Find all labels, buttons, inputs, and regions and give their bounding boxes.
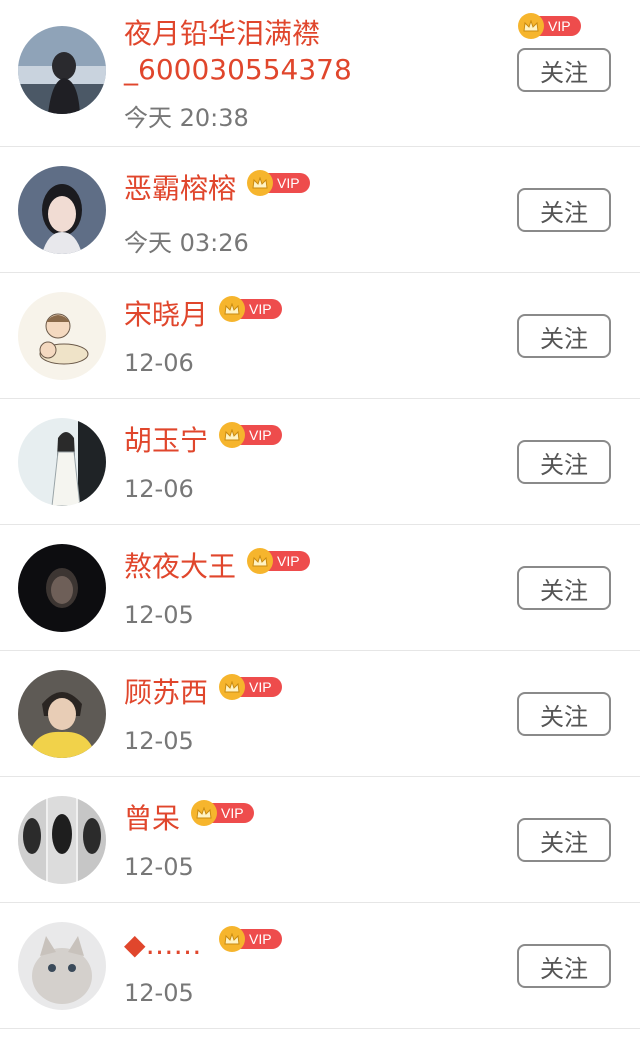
vip-badge: VIP [219,422,282,448]
follow-time: 12-05 [124,979,194,1007]
follow-time: 今天 03:26 [124,229,249,257]
list-item[interactable]: 夜月铅华泪满襟_600030554378 今天 20:38 VIP 关注 [0,0,640,147]
follow-button[interactable]: 关注 [517,566,611,610]
vip-badge: VIP [191,800,254,826]
follow-button[interactable]: 关注 [517,188,611,232]
user-name[interactable]: ◆…… [124,925,202,965]
crown-icon [219,674,245,700]
crown-icon [191,800,217,826]
follow-time: 12-05 [124,601,194,629]
user-name[interactable]: 宋晓月 [124,295,208,335]
follow-button[interactable]: 关注 [517,944,611,988]
vip-badge: VIP [219,674,282,700]
avatar[interactable] [18,922,106,1010]
follow-button[interactable]: 关注 [517,314,611,358]
vip-badge: VIP [219,926,282,952]
avatar-yellow-shirt-boy-icon [18,670,106,758]
list-item[interactable]: 曾呆 12-05 VIP 关注 [0,777,640,903]
avatar[interactable] [18,796,106,884]
follow-time: 今天 20:38 [124,104,249,132]
vip-badge: VIP [247,548,310,574]
crown-icon [219,926,245,952]
avatar-cat-icon [18,922,106,1010]
follow-button[interactable]: 关注 [517,818,611,862]
user-name[interactable]: 胡玉宁 [124,421,208,461]
crown-icon [219,422,245,448]
avatar[interactable] [18,418,106,506]
avatar-ink-painting-figure-icon [18,418,106,506]
list-item[interactable]: ◆…… 12-05 VIP 关注 [0,903,640,1029]
user-name[interactable]: 曾呆 [124,799,180,839]
avatar[interactable] [18,292,106,380]
crown-icon [247,170,273,196]
avatar[interactable] [18,670,106,758]
list-item[interactable]: 胡玉宁 12-06 VIP 关注 [0,399,640,525]
user-name[interactable]: 熬夜大王 [124,547,236,587]
follow-time: 12-06 [124,475,194,503]
avatar[interactable] [18,544,106,632]
avatar-selfie-girl-icon [18,166,106,254]
vip-badge: VIP [518,13,581,39]
user-name[interactable]: 顾苏西 [124,673,208,713]
avatar[interactable] [18,26,106,114]
avatar[interactable] [18,166,106,254]
user-name[interactable]: 夜月铅华泪满襟_600030554378 [124,16,484,88]
follow-button[interactable]: 关注 [517,48,611,92]
crown-icon [518,13,544,39]
list-item[interactable]: 顾苏西 12-05 VIP 关注 [0,651,640,777]
vip-badge: VIP [219,296,282,322]
avatar-cartoon-boys-icon [18,292,106,380]
list-item[interactable]: 恶霸榕榕 今天 03:26 VIP 关注 [0,147,640,273]
follow-time: 12-06 [124,349,194,377]
crown-icon [219,296,245,322]
vip-badge: VIP [247,170,310,196]
follow-time: 12-05 [124,727,194,755]
user-name[interactable]: 恶霸榕榕 [124,169,236,209]
follow-button[interactable]: 关注 [517,692,611,736]
follow-time: 12-05 [124,853,194,881]
list-item[interactable]: 熬夜大王 12-05 VIP 关注 [0,525,640,651]
crown-icon [247,548,273,574]
avatar-bw-collage-icon [18,796,106,884]
follow-button[interactable]: 关注 [517,440,611,484]
follower-list: 夜月铅华泪满襟_600030554378 今天 20:38 VIP 关注 恶霸榕… [0,0,640,1029]
avatar-dark-portrait-icon [18,544,106,632]
avatar-seaside-girl-icon [18,26,106,114]
list-item[interactable]: 宋晓月 12-06 VIP 关注 [0,273,640,399]
